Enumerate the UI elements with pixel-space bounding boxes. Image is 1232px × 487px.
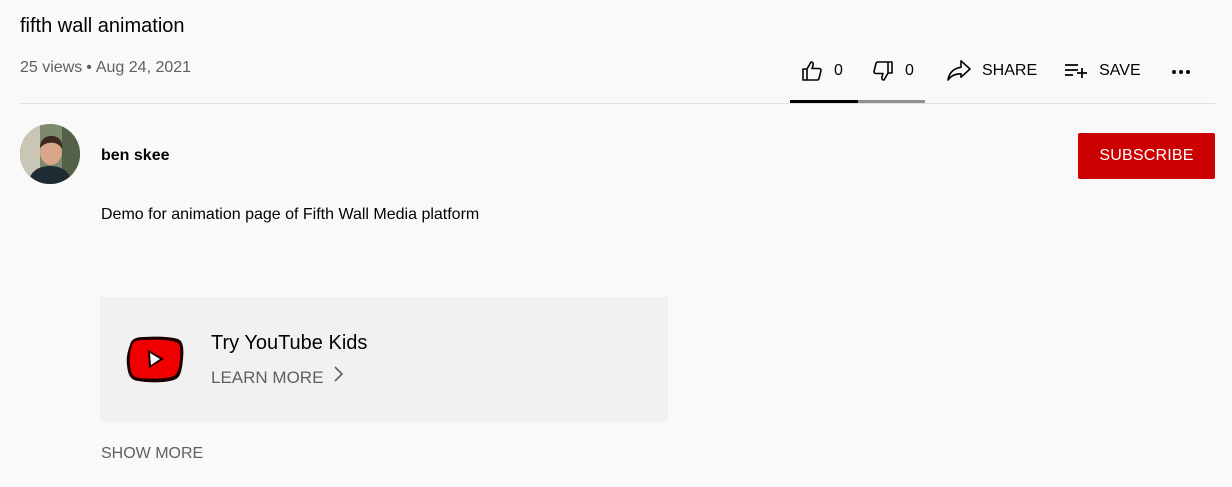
chevron-right-icon — [323, 364, 345, 391]
video-description: Demo for animation page of Fifth Wall Me… — [101, 206, 480, 223]
share-button[interactable]: SHARE — [946, 52, 1037, 90]
like-count: 0 — [834, 62, 843, 79]
show-more-button[interactable]: SHOW MORE — [101, 444, 203, 464]
more-actions-button[interactable] — [1169, 52, 1193, 90]
more-horizontal-icon — [1169, 59, 1193, 83]
video-meta: 25 views • Aug 24, 2021 — [20, 57, 191, 79]
like-dislike-group: 0 0 — [790, 52, 925, 103]
channel-avatar[interactable] — [20, 124, 80, 184]
avatar-photo — [20, 124, 80, 184]
view-count: 25 views — [20, 59, 83, 76]
meta-separator: • — [86, 59, 92, 76]
youtube-kids-promo-card[interactable]: Try YouTube Kids LEARN MORE — [100, 297, 668, 422]
dislike-button[interactable]: 0 — [857, 52, 925, 90]
thumbs-down-icon — [871, 59, 905, 83]
learn-more-label: LEARN MORE — [211, 367, 324, 387]
save-button[interactable]: SAVE — [1063, 52, 1141, 90]
save-label: SAVE — [1099, 62, 1141, 79]
playlist-add-icon — [1063, 59, 1099, 83]
upload-date: Aug 24, 2021 — [95, 59, 192, 76]
share-label: SHARE — [982, 62, 1038, 79]
subscribe-button[interactable]: SUBSCRIBE — [1078, 133, 1215, 179]
section-divider — [20, 103, 1215, 104]
kids-promo-title: Try YouTube Kids — [211, 332, 368, 354]
learn-more-link[interactable]: LEARN MORE — [211, 364, 345, 391]
like-button[interactable]: 0 — [790, 52, 857, 90]
share-arrow-icon — [946, 59, 982, 83]
thumbs-up-icon — [800, 59, 834, 83]
youtube-kids-logo-icon — [124, 335, 186, 385]
video-info-page: fifth wall animation 25 views • Aug 24, 20… — [0, 0, 1232, 487]
video-title: fifth wall animation — [20, 15, 185, 37]
dislike-count: 0 — [905, 62, 914, 79]
channel-name[interactable]: ben skee — [101, 146, 169, 166]
action-bar: 0 0 SHARE SAVE — [790, 52, 1193, 104]
